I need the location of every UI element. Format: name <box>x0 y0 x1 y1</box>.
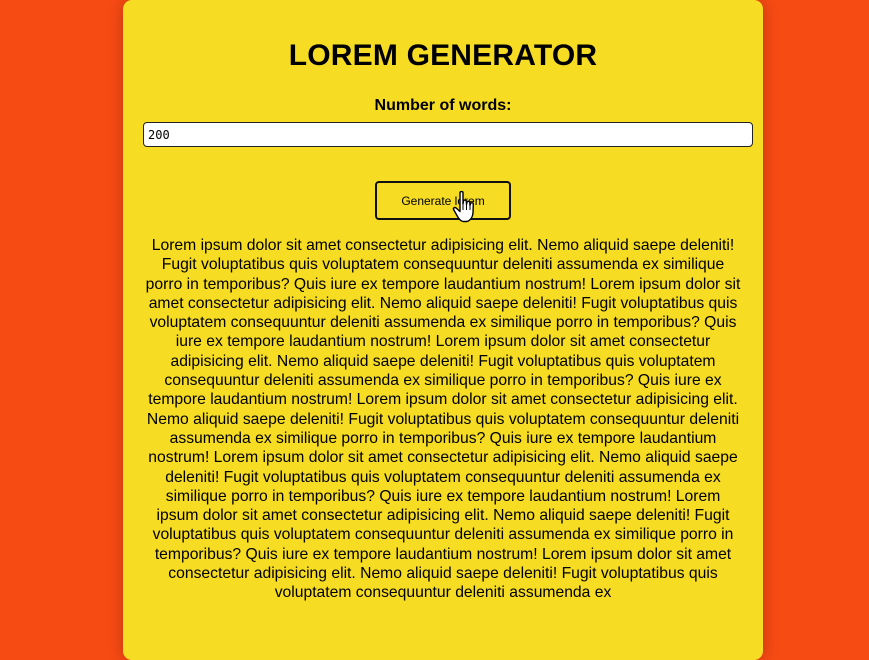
word-count-input[interactable] <box>143 122 753 147</box>
word-count-label: Number of words: <box>374 97 512 114</box>
hand-pointer-icon <box>452 190 474 223</box>
generator-card: LOREM GENERATOR Number of words: Generat… <box>123 0 763 660</box>
lorem-output: Lorem ipsum dolor sit amet consectetur a… <box>145 237 741 602</box>
page-title: LOREM GENERATOR <box>288 39 598 72</box>
generate-button[interactable]: Generate lorem <box>375 181 511 220</box>
